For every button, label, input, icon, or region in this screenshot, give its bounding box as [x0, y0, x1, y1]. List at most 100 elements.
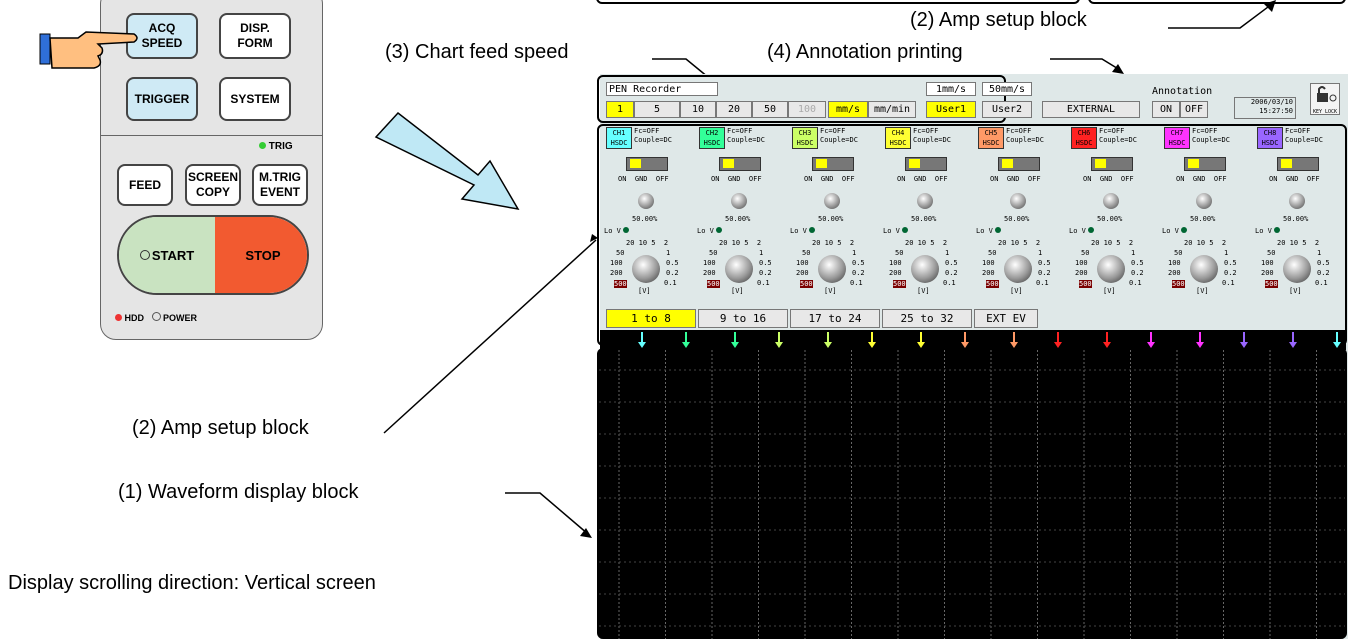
range-scale-0-2: 0.2: [1224, 269, 1237, 277]
fc-text: Fc=OFF: [634, 127, 660, 135]
input-switch[interactable]: [998, 157, 1040, 171]
input-switch[interactable]: [719, 157, 761, 171]
range-scale-1: 1: [666, 249, 671, 257]
range-scale-100: 100: [610, 259, 623, 267]
tab-17-to-24[interactable]: 17 to 24: [790, 309, 880, 328]
position-knob[interactable]: [638, 193, 654, 209]
waveform-grid: [599, 350, 1345, 639]
channel-tag[interactable]: CH2 HSDC: [699, 127, 725, 149]
channel-strip: CH1 HSDC Fc=OFF Couple=DC ON GND OFF 50.…: [604, 125, 690, 307]
range-knob[interactable]: [725, 255, 753, 283]
position-percent: 50.00%: [1004, 215, 1030, 223]
range-scale-1: 1: [852, 249, 857, 257]
input-switch[interactable]: [1091, 157, 1133, 171]
key-lock-button[interactable]: KEY LOCK: [1310, 83, 1340, 115]
position-knob[interactable]: [1010, 193, 1026, 209]
position-percent: 50.00%: [911, 215, 937, 223]
annotation-on-btn[interactable]: ON: [1152, 101, 1180, 118]
channel-info: Fc=OFF Couple=DC: [1192, 127, 1230, 145]
range-knob[interactable]: [632, 255, 660, 283]
tab-ext-ev[interactable]: EXT EV: [974, 309, 1038, 328]
channel-tag[interactable]: CH5 HSDC: [978, 127, 1004, 149]
lov-indicator: Lo V: [883, 227, 908, 235]
position-percent: 50.00%: [818, 215, 844, 223]
range-scale-0-5: 0.5: [666, 259, 679, 267]
input-switch[interactable]: [905, 157, 947, 171]
channel-marker: [1103, 332, 1111, 348]
range-knob[interactable]: [911, 255, 939, 283]
speed-btn-100[interactable]: 100: [788, 101, 826, 118]
channel-tag[interactable]: CH3 HSDC: [792, 127, 818, 149]
channel-marker: [868, 332, 876, 348]
channel-marker: [731, 332, 739, 348]
lov-label: Lo V: [883, 227, 900, 235]
position-knob[interactable]: [1103, 193, 1119, 209]
lov-label: Lo V: [1255, 227, 1272, 235]
position-knob[interactable]: [917, 193, 933, 209]
range-scale-200: 200: [889, 269, 902, 277]
position-knob[interactable]: [824, 193, 840, 209]
switch-labels: ON GND OFF: [618, 175, 669, 183]
range-scale-500: 500: [893, 280, 906, 288]
tab-25-to-32[interactable]: 25 to 32: [882, 309, 972, 328]
tab-9-to-16[interactable]: 9 to 16: [698, 309, 788, 328]
speed1-display: 1mm/s: [926, 82, 976, 96]
channel-marker: [1010, 332, 1018, 348]
range-scale-200: 200: [1168, 269, 1181, 277]
range-scale-0-5: 0.5: [945, 259, 958, 267]
channel-strip: CH6 HSDC Fc=OFF Couple=DC ON GND OFF 50.…: [1069, 125, 1155, 307]
range-scale-50: 50: [1081, 249, 1090, 257]
channel-marker: [917, 332, 925, 348]
position-knob[interactable]: [731, 193, 747, 209]
couple-text: Couple=DC: [1285, 136, 1323, 144]
range-knob[interactable]: [1004, 255, 1032, 283]
user1-btn[interactable]: User1: [926, 101, 976, 118]
unit-mmmin-btn[interactable]: mm/min: [868, 101, 916, 118]
range-knob[interactable]: [1283, 255, 1311, 283]
channel-info: Fc=OFF Couple=DC: [1006, 127, 1044, 145]
unit-mms-btn[interactable]: mm/s: [828, 101, 868, 118]
datetime-display: 2006/03/10 15:27:50: [1234, 97, 1296, 119]
range-knob[interactable]: [818, 255, 846, 283]
range-scale-50: 50: [802, 249, 811, 257]
channel-tag[interactable]: CH1 HSDC: [606, 127, 632, 149]
input-switch[interactable]: [812, 157, 854, 171]
tab-1-to-8[interactable]: 1 to 8: [606, 309, 696, 328]
input-switch[interactable]: [1184, 157, 1226, 171]
channel-marker: [1289, 332, 1297, 348]
range-scale-200: 200: [1075, 269, 1088, 277]
lov-label: Lo V: [697, 227, 714, 235]
speed-btn-50[interactable]: 50: [752, 101, 788, 118]
lov-label: Lo V: [1069, 227, 1086, 235]
lov-label: Lo V: [790, 227, 807, 235]
channel-info: Fc=OFF Couple=DC: [634, 127, 672, 145]
channel-tag[interactable]: CH7 HSDC: [1164, 127, 1190, 149]
channel-tag[interactable]: CH8 HSDC: [1257, 127, 1283, 149]
speed-btn-20[interactable]: 20: [716, 101, 752, 118]
external-btn[interactable]: EXTERNAL: [1042, 101, 1140, 118]
annotation-off-btn[interactable]: OFF: [1180, 101, 1208, 118]
channel-tag[interactable]: CH6 HSDC: [1071, 127, 1097, 149]
speed-btn-5[interactable]: 5: [634, 101, 680, 118]
unit-label: [V]: [824, 287, 837, 295]
lov-indicator: Lo V: [976, 227, 1001, 235]
position-knob[interactable]: [1196, 193, 1212, 209]
input-switch[interactable]: [1277, 157, 1319, 171]
position-knob[interactable]: [1289, 193, 1305, 209]
channel-mode: HSDC: [1261, 139, 1279, 147]
input-switch[interactable]: [626, 157, 668, 171]
channel-tag[interactable]: CH4 HSDC: [885, 127, 911, 149]
range-knob[interactable]: [1190, 255, 1218, 283]
range-scale-top: 20 10 5 2: [1277, 239, 1320, 247]
switch-labels: ON GND OFF: [990, 175, 1041, 183]
channel-mode: HSDC: [889, 139, 907, 147]
speed-btn-1[interactable]: 1: [606, 101, 634, 118]
switch-labels: ON GND OFF: [1083, 175, 1134, 183]
range-scale-top: 20 10 5 2: [626, 239, 669, 247]
couple-text: Couple=DC: [1006, 136, 1044, 144]
range-knob[interactable]: [1097, 255, 1125, 283]
speed-btn-10[interactable]: 10: [680, 101, 716, 118]
range-scale-500: 500: [986, 280, 999, 288]
waveform-display-block: [597, 348, 1347, 639]
user2-btn[interactable]: User2: [982, 101, 1032, 118]
